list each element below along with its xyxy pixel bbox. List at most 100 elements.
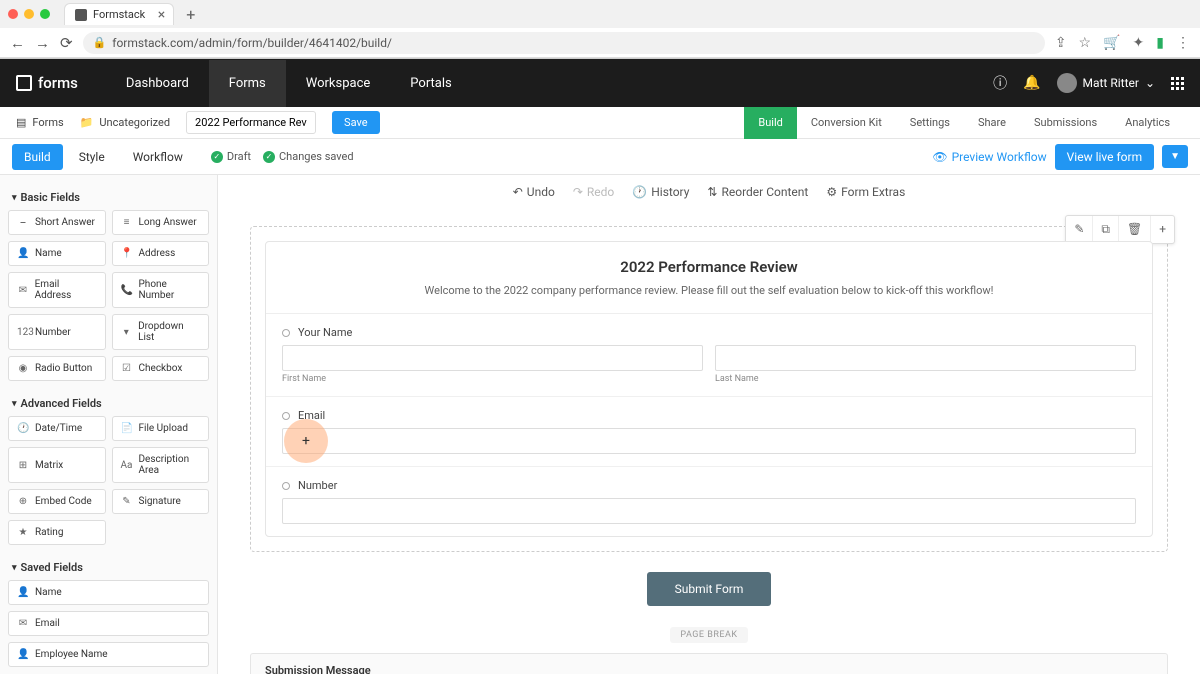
extension2-icon[interactable]: ▮ (1156, 35, 1164, 51)
close-icon[interactable]: × (158, 7, 165, 23)
advanced-field-matrix[interactable]: ⊞Matrix (8, 447, 106, 483)
crumb-category[interactable]: 📁 Uncategorized (80, 116, 170, 129)
tab-conversion[interactable]: Conversion Kit (797, 107, 896, 139)
canvas-toolbar: ↶ Undo ↷ Redo 🕐 History ⇅ Reorder Conten… (218, 175, 1200, 210)
view-live-dropdown[interactable]: ▼ (1162, 145, 1188, 168)
saved-field-name[interactable]: 👤Name (8, 580, 209, 605)
subtab-workflow[interactable]: Workflow (121, 144, 195, 170)
help-icon[interactable]: ⓘ (993, 73, 1007, 93)
basic-field-dropdown-list[interactable]: ▾Dropdown List (112, 314, 210, 350)
subtab-style[interactable]: Style (67, 144, 117, 170)
form-section[interactable]: 2022 Performance Review Welcome to the 2… (265, 241, 1153, 537)
field-icon: ⎯ (17, 217, 29, 228)
field-item-label: Number (35, 327, 71, 338)
redo-button[interactable]: ↷ Redo (573, 185, 614, 199)
email-field-block[interactable]: Email + (266, 397, 1152, 467)
field-item-label: Employee Name (35, 649, 108, 660)
field-item-label: Matrix (35, 460, 63, 471)
crumb-forms[interactable]: ▤ Forms (16, 116, 64, 129)
duplicate-icon[interactable]: ⧉ (1093, 216, 1119, 243)
saved-field-email[interactable]: ✉Email (8, 611, 209, 636)
view-live-button[interactable]: View live form (1055, 144, 1154, 170)
number-input[interactable] (282, 498, 1136, 524)
undo-button[interactable]: ↶ Undo (513, 185, 555, 199)
reorder-button[interactable]: ⇅ Reorder Content (707, 185, 808, 199)
basic-field-address[interactable]: 📍Address (112, 241, 210, 266)
tab-build[interactable]: Build (744, 107, 796, 139)
user-menu[interactable]: Matt Ritter ⌄ (1057, 73, 1156, 93)
advanced-field-date/time[interactable]: 🕐Date/Time (8, 416, 106, 441)
advanced-field-file-upload[interactable]: 📄File Upload (112, 416, 210, 441)
field-item-label: Description Area (138, 454, 200, 476)
share-icon[interactable]: ⇪ (1055, 35, 1067, 51)
basic-field-checkbox[interactable]: ☑Checkbox (112, 356, 210, 381)
reload-icon[interactable]: ⟳ (60, 34, 73, 52)
basic-field-radio-button[interactable]: ◉Radio Button (8, 356, 106, 381)
last-name-label: Last Name (715, 374, 1136, 384)
browser-tab[interactable]: Formstack × (64, 3, 174, 25)
advanced-field-rating[interactable]: ★Rating (8, 520, 106, 545)
brand[interactable]: forms (16, 74, 78, 92)
back-icon[interactable]: ← (10, 34, 25, 52)
basic-fields-header[interactable]: Basic Fields (8, 185, 209, 210)
advanced-field-signature[interactable]: ✎Signature (112, 489, 210, 514)
new-tab-button[interactable]: + (180, 5, 201, 24)
add-icon[interactable]: + (1151, 216, 1174, 243)
history-button[interactable]: 🕐 History (632, 185, 689, 199)
advanced-field-embed-code[interactable]: ⊕Embed Code (8, 489, 106, 514)
edit-icon[interactable]: ✎ (1066, 216, 1093, 243)
basic-field-name[interactable]: 👤Name (8, 241, 106, 266)
basic-field-number[interactable]: 123Number (8, 314, 106, 350)
field-toggle[interactable] (282, 482, 290, 490)
field-icon: 👤 (17, 587, 29, 598)
notifications-icon[interactable]: 🔔 (1023, 75, 1040, 91)
nav-workspace[interactable]: Workspace (286, 60, 391, 107)
extras-button[interactable]: ⚙ Form Extras (826, 185, 905, 199)
nav-dashboard[interactable]: Dashboard (106, 60, 209, 107)
field-toggle[interactable] (282, 329, 290, 337)
email-input[interactable] (282, 428, 1136, 454)
basic-field-phone-number[interactable]: 📞Phone Number (112, 272, 210, 308)
subtab-build[interactable]: Build (12, 144, 63, 170)
field-item-label: Email (35, 618, 60, 629)
extension-icon[interactable]: ✦ (1133, 35, 1145, 51)
menu-icon[interactable]: ⋮ (1176, 35, 1190, 51)
tab-submissions[interactable]: Submissions (1020, 107, 1111, 139)
submission-message[interactable]: Submission Message (250, 653, 1168, 674)
number-field-block[interactable]: Number (266, 467, 1152, 536)
basic-field-long-answer[interactable]: ≡Long Answer (112, 210, 210, 235)
save-button[interactable]: Save (332, 111, 380, 134)
name-field-block[interactable]: Your Name First Name Last Name (266, 314, 1152, 397)
basic-field-short-answer[interactable]: ⎯Short Answer (8, 210, 106, 235)
delete-icon[interactable]: 🗑 (1119, 216, 1151, 243)
advanced-field-description-area[interactable]: AaDescription Area (112, 447, 210, 483)
sidebar: Basic Fields ⎯Short Answer≡Long Answer👤N… (0, 175, 218, 674)
nav-forms[interactable]: Forms (209, 60, 286, 107)
field-item-label: Name (35, 248, 62, 259)
star-icon[interactable]: ☆ (1079, 35, 1092, 51)
url-bar[interactable]: 🔒 formstack.com/admin/form/builder/46414… (83, 32, 1045, 54)
preview-workflow-link[interactable]: 👁 Preview Workflow (932, 150, 1046, 164)
saved-field-employee-name[interactable]: 👤Employee Name (8, 642, 209, 667)
nav-portals[interactable]: Portals (390, 60, 471, 107)
submit-button[interactable]: Submit Form (647, 572, 772, 606)
tab-analytics[interactable]: Analytics (1111, 107, 1184, 139)
field-item-label: Checkbox (139, 363, 183, 374)
field-item-label: Phone Number (139, 279, 201, 301)
saved-fields-header[interactable]: Saved Fields (8, 555, 209, 580)
tab-share[interactable]: Share (964, 107, 1020, 139)
user-name: Matt Ritter (1083, 76, 1139, 90)
field-icon: ★ (17, 527, 29, 538)
forward-icon[interactable]: → (35, 34, 50, 52)
first-name-input[interactable] (282, 345, 703, 371)
last-name-input[interactable] (715, 345, 1136, 371)
basic-field-email-address[interactable]: ✉Email Address (8, 272, 106, 308)
advanced-fields-header[interactable]: Advanced Fields (8, 391, 209, 416)
cart-icon[interactable]: 🛒 (1103, 35, 1120, 51)
window-controls[interactable] (8, 9, 50, 19)
apps-icon[interactable] (1171, 77, 1184, 90)
field-toggle[interactable] (282, 412, 290, 420)
tab-settings[interactable]: Settings (896, 107, 964, 139)
form-name-input[interactable] (186, 111, 316, 134)
page-break[interactable]: PAGE BREAK (670, 627, 747, 643)
